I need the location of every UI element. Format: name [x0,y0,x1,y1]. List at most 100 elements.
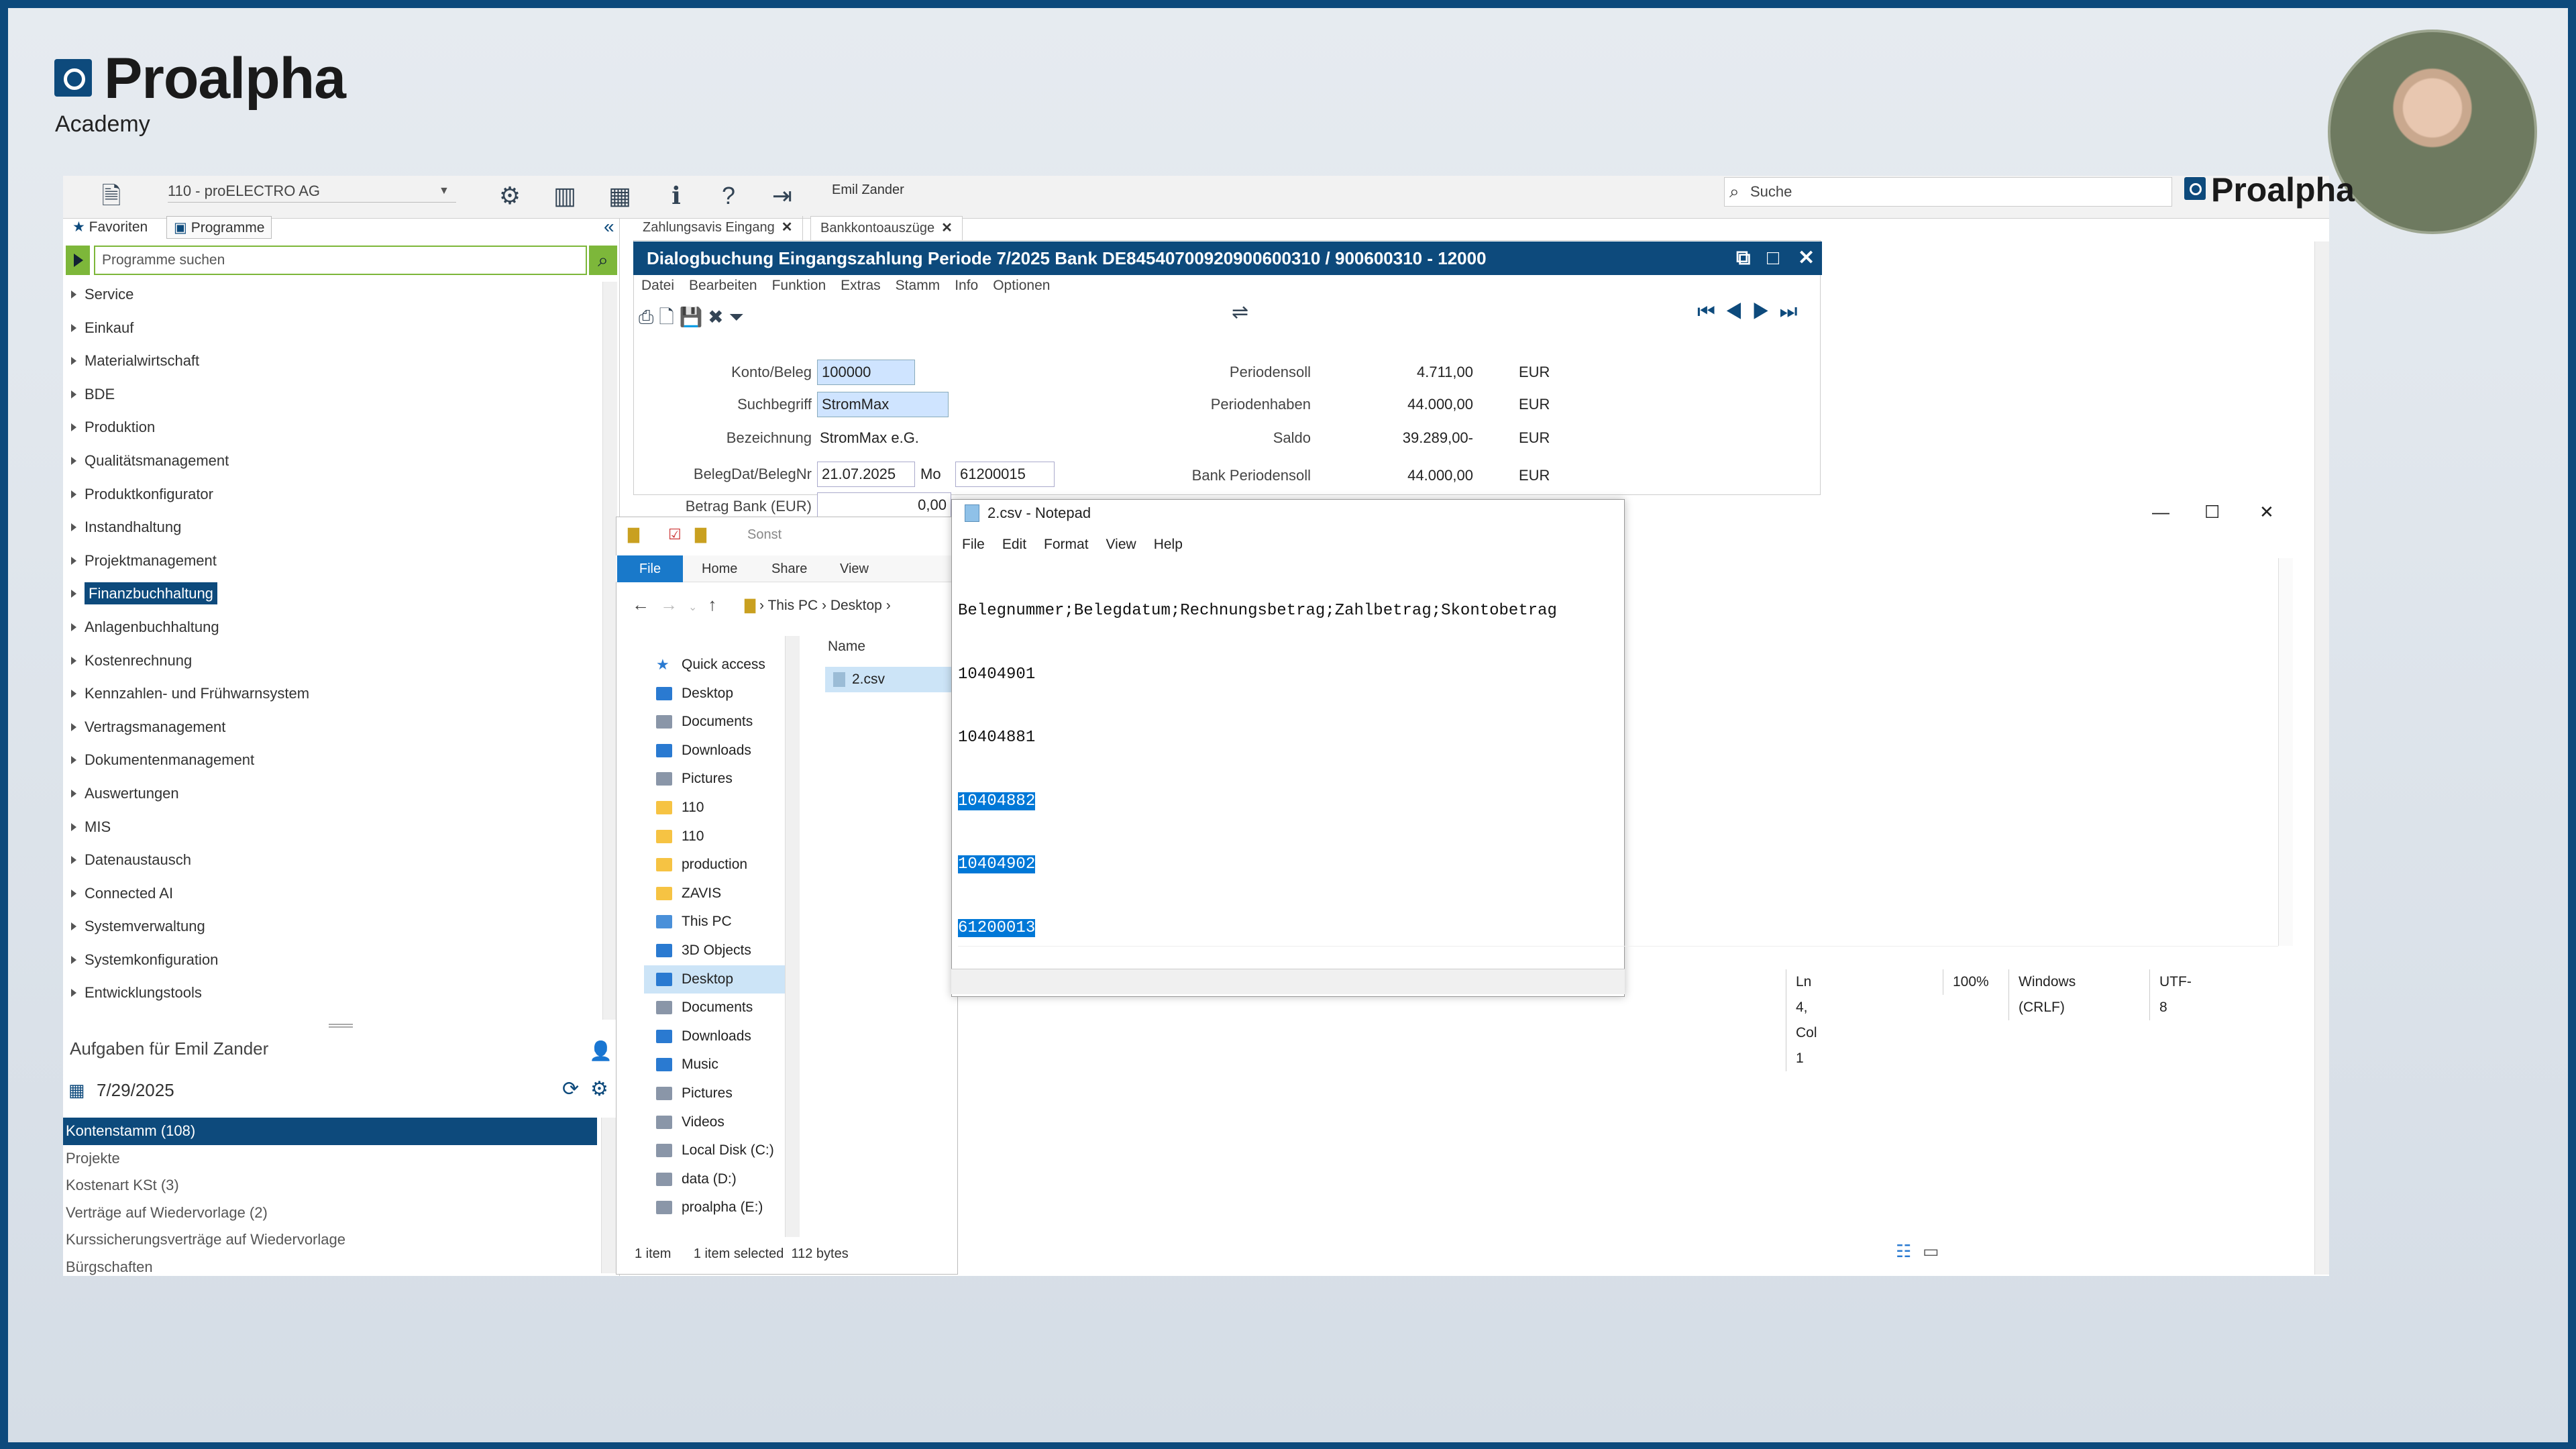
details-view-icon[interactable]: ☷ [1896,1241,1911,1262]
splitter-handle[interactable] [329,1024,353,1028]
menu-item[interactable]: Qualitätsmanagement [67,449,604,483]
notepad-v-scrollbar[interactable] [2278,558,2293,946]
menu-file[interactable]: File [962,537,985,552]
transfer-icon[interactable]: ⇌ [1232,301,1248,324]
tab-bankkontoauszuege[interactable]: Bankkontoauszüge ✕ [810,216,963,240]
task-item-kontenstamm[interactable]: Kontenstamm (108) [63,1118,597,1145]
address-bar[interactable]: ▇ › This PC › Desktop › [745,594,954,617]
menu-bearbeiten[interactable]: Bearbeiten [689,278,757,293]
document-icon[interactable]: 🗎 [95,178,127,213]
task-item[interactable]: Verträge auf Wiedervorlage (2) [63,1199,597,1227]
prev-record-icon[interactable]: ◀ [1725,301,1752,323]
menu-item[interactable]: Service [67,283,604,317]
menu-item[interactable]: Auswertungen [67,782,604,816]
up-arrow-icon[interactable]: ↑ [708,594,727,614]
program-search-icon[interactable]: ⌕ [589,246,617,275]
tree-item[interactable]: 3D Objects [644,936,785,965]
refresh-icon[interactable]: ⟳ [562,1077,579,1101]
belegnr-field[interactable]: 61200015 [955,462,1055,487]
filter-icon[interactable]: ⏷ [729,307,743,327]
tab-zahlungsavis[interactable]: Zahlungsavis Eingang ✕ [633,216,803,240]
menu-item[interactable]: Systemkonfiguration [67,949,604,982]
menu-edit[interactable]: Edit [1002,537,1026,552]
menu-item[interactable]: Vertragsmanagement [67,716,604,749]
menu-item[interactable]: Connected AI [67,882,604,916]
settings-gear-icon[interactable]: ⚙ [590,1077,608,1101]
help-icon[interactable]: ? [712,178,745,213]
ribbon-tab-share[interactable]: Share [771,555,807,582]
print-icon[interactable]: ⎙ [639,307,653,327]
tree-item[interactable]: data (D:) [644,1165,785,1194]
menu-item[interactable]: Datenaustausch [67,849,604,882]
close-icon[interactable]: ✕ [1798,243,1815,274]
close-icon[interactable]: ✕ [2259,502,2274,523]
menu-item[interactable]: Anlagenbuchhaltung [67,616,604,649]
tree-item-this-pc[interactable]: This PC [644,908,785,936]
play-icon[interactable] [66,246,90,275]
first-record-icon[interactable]: ⏮ [1697,301,1725,323]
gear-icon[interactable]: ⚙ [494,178,526,213]
menu-item[interactable]: Entwicklungstools [67,981,604,1015]
tree-item[interactable]: ZAVIS [644,879,785,908]
notepad-h-scrollbar[interactable] [958,946,2278,961]
tree-item-quick-access[interactable]: ★ Quick access [644,651,785,680]
file-item-2csv[interactable]: 2.csv [825,667,954,692]
company-select[interactable]: 110 - proELECTRO AG [168,180,456,203]
tree-item[interactable]: 110 [644,794,785,822]
ribbon-tab-view[interactable]: View [840,555,869,582]
user-icon[interactable]: 👤 [589,1040,612,1062]
tree-item[interactable]: Music [644,1051,785,1079]
task-scrollbar[interactable] [601,1118,616,1273]
tree-item[interactable]: 110 [644,822,785,851]
tree-scrollbar[interactable] [785,636,800,1237]
menu-optionen[interactable]: Optionen [993,278,1050,293]
forward-arrow-icon[interactable]: → [660,594,688,614]
tree-item[interactable]: Videos [644,1108,785,1137]
menu-item[interactable]: Projektmanagement [67,549,604,583]
maximize-icon[interactable]: □ [1767,243,1779,274]
restore-icon[interactable]: ⧉ [1736,243,1750,274]
last-record-icon[interactable]: ⏭ [1780,301,1807,323]
search-icon[interactable]: ⌕ [1729,181,1739,203]
belegdatum-field[interactable]: 21.07.2025 [817,462,915,487]
tree-item[interactable]: Downloads [644,737,785,765]
menu-format[interactable]: Format [1044,537,1089,552]
menu-item[interactable]: Dokumentenmanagement [67,749,604,782]
close-icon[interactable]: ✕ [941,221,953,235]
notepad-text-area[interactable]: Belegnummer;Belegdatum;Rechnungsbetrag;Z… [958,558,1557,960]
next-record-icon[interactable]: ▶ [1752,301,1780,323]
global-search-input[interactable]: Suche [1724,177,2172,207]
info-panel-icon[interactable]: ℹ [660,178,692,213]
main-scrollbar[interactable] [2314,241,2329,1275]
menu-extras[interactable]: Extras [841,278,881,293]
menu-view[interactable]: View [1106,537,1136,552]
tree-item[interactable]: production [644,851,785,879]
menu-item[interactable]: Kennzahlen- und Frühwarnsystem [67,682,604,716]
large-icons-view-icon[interactable]: ▭ [1923,1241,1939,1262]
tree-item[interactable]: Pictures [644,1079,785,1108]
menu-item[interactable]: Instandhaltung [67,516,604,549]
menu-item[interactable]: Produktkonfigurator [67,483,604,517]
tree-item[interactable]: Local Disk (C:) [644,1136,785,1165]
menu-scrollbar[interactable] [602,282,617,1020]
logout-icon[interactable]: ⇥ [766,178,798,213]
save-icon[interactable]: 💾 [679,307,702,327]
menu-datei[interactable]: Datei [641,278,674,293]
checkbox-icon[interactable]: ☑ [668,526,682,543]
menu-item-finanzbuchhaltung[interactable]: Finanzbuchhaltung [67,582,604,616]
menu-stamm[interactable]: Stamm [896,278,941,293]
new-icon[interactable]: 🗋 [659,307,674,327]
program-search-input[interactable]: Programme suchen [94,246,587,275]
ribbon-tab-file[interactable]: File [617,555,683,582]
minimize-icon[interactable]: — [2152,502,2169,523]
task-item[interactable]: Projekte [63,1145,597,1173]
tree-item[interactable]: Downloads [644,1022,785,1051]
menu-item[interactable]: BDE [67,383,604,417]
menu-item[interactable]: MIS [67,816,604,849]
tree-item[interactable]: Documents [644,708,785,737]
delete-icon[interactable]: ✖ [708,307,723,327]
menu-item[interactable]: Materialwirtschaft [67,350,604,383]
tab-favoriten[interactable]: ★ Favoriten [66,216,154,239]
suchbegriff-field[interactable]: StromMax [817,392,949,417]
columns-icon[interactable]: ▥ [549,178,581,213]
